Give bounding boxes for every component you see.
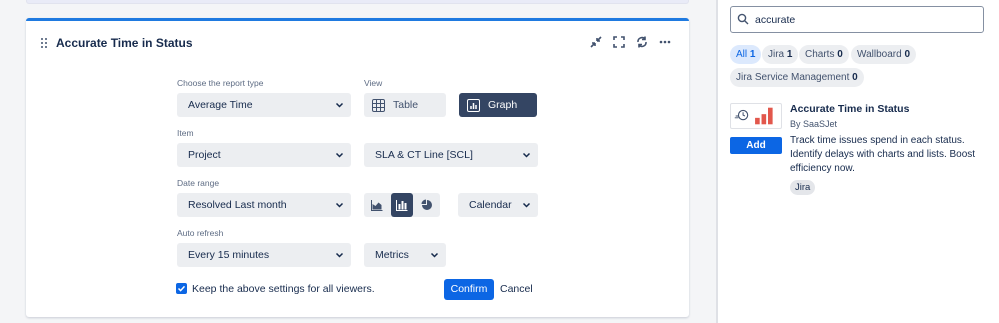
drag-handle-icon[interactable]: [41, 38, 49, 48]
filter-label: Charts: [805, 49, 835, 60]
filter-label: Wallboard: [857, 49, 902, 60]
chevron-down-icon: [335, 143, 344, 167]
view-graph-button[interactable]: Graph: [459, 93, 537, 117]
app-title: Accurate Time in Status: [790, 103, 910, 115]
metrics-value: Metrics: [375, 249, 409, 261]
calendar-select[interactable]: Calendar: [458, 193, 538, 217]
view-graph-label: Graph: [488, 99, 518, 111]
filter-pill-jira[interactable]: Jira 1: [762, 45, 799, 64]
gadget-card: Accurate Time in Status: [26, 18, 689, 317]
cancel-button[interactable]: Cancel: [500, 279, 533, 300]
chart-type-toggle: [364, 193, 440, 217]
chevron-down-icon: [335, 193, 344, 217]
view-table-label: Table: [393, 99, 419, 111]
filter-count: 0: [837, 49, 843, 60]
app-vendor: By SaaSJet: [790, 119, 838, 129]
search-input[interactable]: [755, 10, 980, 29]
bar-chart-icon[interactable]: [391, 193, 413, 217]
search-icon: [737, 13, 749, 25]
chevron-down-icon: [335, 243, 344, 267]
project-select[interactable]: SLA & CT Line [SCL]: [364, 143, 538, 167]
gadget-browser-panel: All 1 Jira 1 Charts 0 Wallboard 0 Jira S…: [718, 0, 999, 323]
add-gadget-button[interactable]: Add: [730, 137, 782, 154]
view-table-button[interactable]: Table: [364, 93, 446, 117]
date-range-value: Resolved Last month: [188, 199, 287, 211]
more-options-icon[interactable]: [658, 35, 673, 50]
chevron-down-icon: [522, 143, 531, 167]
app-logo: [730, 103, 782, 129]
date-range-select[interactable]: Resolved Last month: [177, 193, 351, 217]
project-value: SLA & CT Line [SCL]: [375, 149, 473, 161]
app-description: Track time issues spend in each status. …: [790, 135, 976, 174]
chevron-down-icon: [522, 193, 531, 217]
filter-label: Jira Service Management: [736, 72, 850, 83]
keep-settings-checkbox[interactable]: [176, 283, 187, 294]
fullscreen-icon[interactable]: [612, 35, 627, 50]
item-select[interactable]: Project: [177, 143, 351, 167]
confirm-button[interactable]: Confirm: [444, 279, 494, 300]
auto-refresh-value: Every 15 minutes: [188, 249, 270, 261]
filter-pill-wallboard[interactable]: Wallboard 0: [851, 45, 916, 64]
pie-chart-icon[interactable]: [416, 193, 438, 217]
area-chart-icon[interactable]: [366, 193, 388, 217]
auto-refresh-label: Auto refresh: [177, 228, 224, 238]
metrics-select[interactable]: Metrics: [364, 243, 446, 267]
checkmark-icon: [177, 285, 186, 292]
view-label: View: [364, 78, 383, 88]
filter-label: Jira: [768, 49, 785, 60]
graph-icon: [467, 98, 480, 112]
keep-settings-label: Keep the above settings for all viewers.: [192, 283, 375, 295]
table-icon: [372, 98, 385, 112]
filter-count: 1: [786, 49, 793, 60]
app-tag: Jira: [790, 180, 816, 195]
filter-count: 0: [904, 49, 910, 60]
filter-label: All: [736, 49, 748, 60]
report-type-label: Choose the report type: [177, 78, 264, 88]
filter-count: 0: [852, 72, 858, 83]
previous-gadget-edge: [26, 0, 689, 4]
refresh-icon[interactable]: [635, 35, 650, 50]
auto-refresh-select[interactable]: Every 15 minutes: [177, 243, 351, 267]
chevron-down-icon: [335, 93, 344, 117]
gadget-title: Accurate Time in Status: [56, 36, 193, 50]
report-type-select[interactable]: Average Time: [177, 93, 351, 117]
minimize-icon[interactable]: [589, 35, 604, 50]
item-label: Item: [177, 128, 194, 138]
report-type-value: Average Time: [188, 99, 253, 111]
date-range-label: Date range: [177, 178, 220, 188]
filter-pill-jira-service-management[interactable]: Jira Service Management 0: [730, 68, 864, 87]
calendar-value: Calendar: [469, 199, 512, 211]
filter-count: 1: [749, 49, 756, 60]
gadget-header: Accurate Time in Status: [26, 21, 689, 67]
filter-pill-all[interactable]: All 1: [730, 45, 762, 64]
gadget-header-actions: [589, 35, 673, 50]
filter-pill-charts[interactable]: Charts 0: [799, 45, 849, 64]
item-value: Project: [188, 149, 221, 161]
search-box: [730, 6, 984, 33]
chevron-down-icon: [430, 243, 439, 267]
